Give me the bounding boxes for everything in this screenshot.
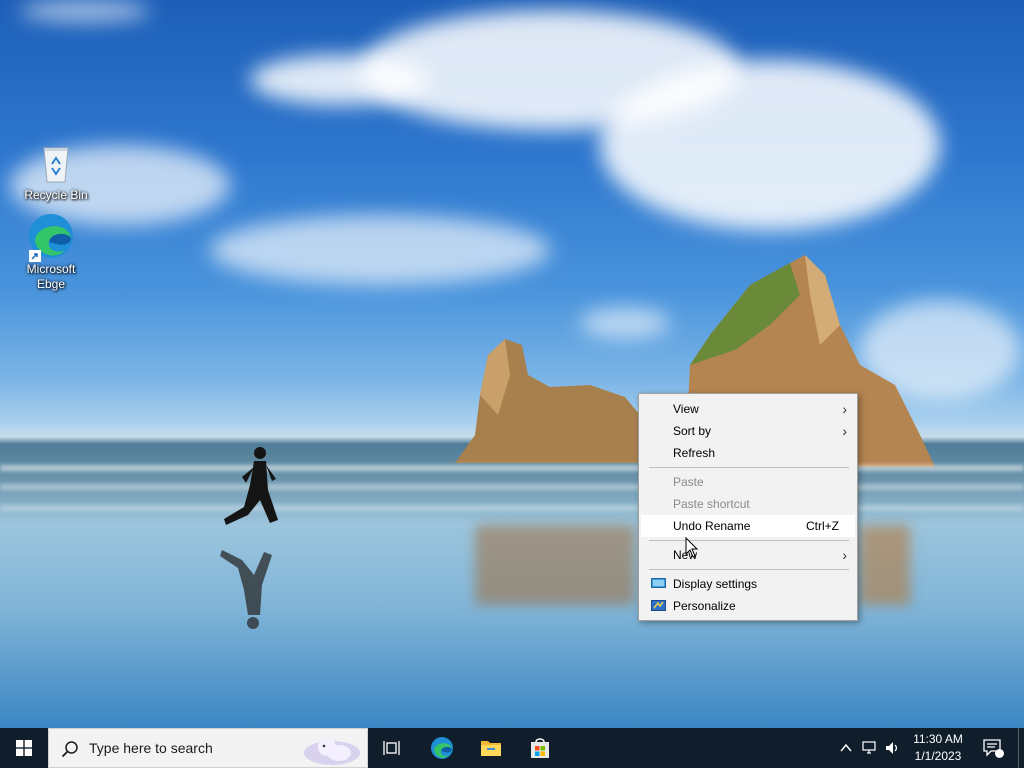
taskbar-clock[interactable]: 11:30 AM 1/1/2023 — [900, 731, 976, 765]
menu-item-view[interactable]: View › — [641, 398, 855, 420]
taskbar-file-explorer-button[interactable] — [467, 728, 515, 768]
store-icon — [531, 738, 549, 758]
wallpaper-cloud — [600, 60, 940, 230]
menu-item-new[interactable]: New › — [641, 544, 855, 566]
chevron-right-icon: › — [842, 401, 847, 417]
wallpaper-cloud — [20, 0, 150, 22]
desktop-context-menu: View › Sort by › Refresh Paste Paste sho… — [638, 393, 858, 621]
taskbar-edge-button[interactable] — [418, 728, 466, 768]
file-explorer-icon — [481, 741, 501, 756]
edge-icon — [27, 212, 75, 262]
chevron-right-icon: › — [842, 423, 847, 439]
windows-logo-icon — [16, 740, 32, 756]
search-highlight-illustration-icon — [304, 738, 360, 765]
search-placeholder: Type here to search — [89, 740, 213, 756]
task-view-icon — [383, 741, 400, 755]
taskbar-search-box[interactable]: Type here to search — [48, 728, 368, 768]
desktop-icon-label: Microsoft Ebge — [26, 262, 76, 291]
menu-item-shortcut: Ctrl+Z — [806, 519, 839, 533]
task-view-button[interactable] — [368, 728, 416, 768]
menu-item-label: Display settings — [673, 577, 758, 591]
chevron-right-icon: › — [842, 547, 847, 563]
menu-separator — [649, 569, 849, 570]
search-icon — [61, 741, 78, 758]
menu-item-refresh[interactable]: Refresh — [641, 442, 855, 464]
menu-item-label: Paste — [673, 475, 704, 489]
desktop-icon-recycle-bin[interactable]: Recycle Bin — [23, 138, 89, 203]
wallpaper-wave — [0, 505, 1024, 511]
wallpaper-cloud — [250, 55, 430, 105]
menu-item-paste[interactable]: Paste — [641, 471, 855, 493]
menu-item-undo-rename[interactable]: Undo Rename Ctrl+Z — [641, 515, 855, 537]
menu-item-label: Undo Rename — [673, 519, 751, 533]
notification-center-button[interactable] — [978, 728, 1008, 768]
display-icon — [651, 578, 666, 588]
taskbar: Type here to search 11:30 AM 1/1/2023 — [0, 728, 1024, 768]
wallpaper-runner — [220, 447, 278, 629]
menu-item-personalize[interactable]: Personalize — [641, 595, 855, 617]
menu-separator — [649, 540, 849, 541]
desktop[interactable]: Recycle Bin Microsoft Ebge — [0, 0, 1024, 728]
desktop-icon-microsoft-edge[interactable]: Microsoft Ebge — [18, 212, 84, 292]
wallpaper-wave — [0, 465, 1024, 471]
personalize-icon — [651, 600, 666, 611]
desktop-icon-label: Recycle Bin — [24, 188, 88, 202]
menu-item-label: Personalize — [673, 599, 736, 613]
menu-item-paste-shortcut[interactable]: Paste shortcut — [641, 493, 855, 515]
wallpaper-wave — [0, 484, 1024, 490]
wallpaper-reflection — [475, 525, 635, 605]
show-desktop-button[interactable] — [1018, 728, 1024, 768]
wallpaper-reflection — [860, 525, 910, 605]
menu-item-display-settings[interactable]: Display settings — [641, 573, 855, 595]
menu-separator — [649, 467, 849, 468]
edge-icon — [431, 737, 453, 759]
taskbar-store-button[interactable] — [516, 728, 564, 768]
shortcut-arrow-icon — [29, 250, 41, 262]
menu-item-sort-by[interactable]: Sort by › — [641, 420, 855, 442]
recycle-bin-icon — [32, 138, 80, 186]
wallpaper-cloud — [210, 215, 550, 285]
wallpaper-cloud — [580, 308, 670, 338]
start-button[interactable] — [0, 728, 48, 768]
mouse-cursor-icon — [685, 537, 699, 558]
menu-item-label: Sort by — [673, 424, 712, 438]
volume-icon[interactable] — [884, 740, 900, 756]
menu-item-label: View — [673, 402, 699, 416]
network-icon[interactable] — [862, 740, 878, 756]
menu-item-label: Paste shortcut — [673, 497, 750, 511]
chevron-up-icon[interactable] — [838, 740, 854, 756]
notification-badge — [995, 749, 1004, 758]
wallpaper-rock-left — [455, 339, 645, 463]
menu-item-label: Refresh — [673, 446, 716, 460]
clock-time: 11:30 AM — [913, 732, 963, 746]
clock-date: 1/1/2023 — [914, 749, 962, 763]
